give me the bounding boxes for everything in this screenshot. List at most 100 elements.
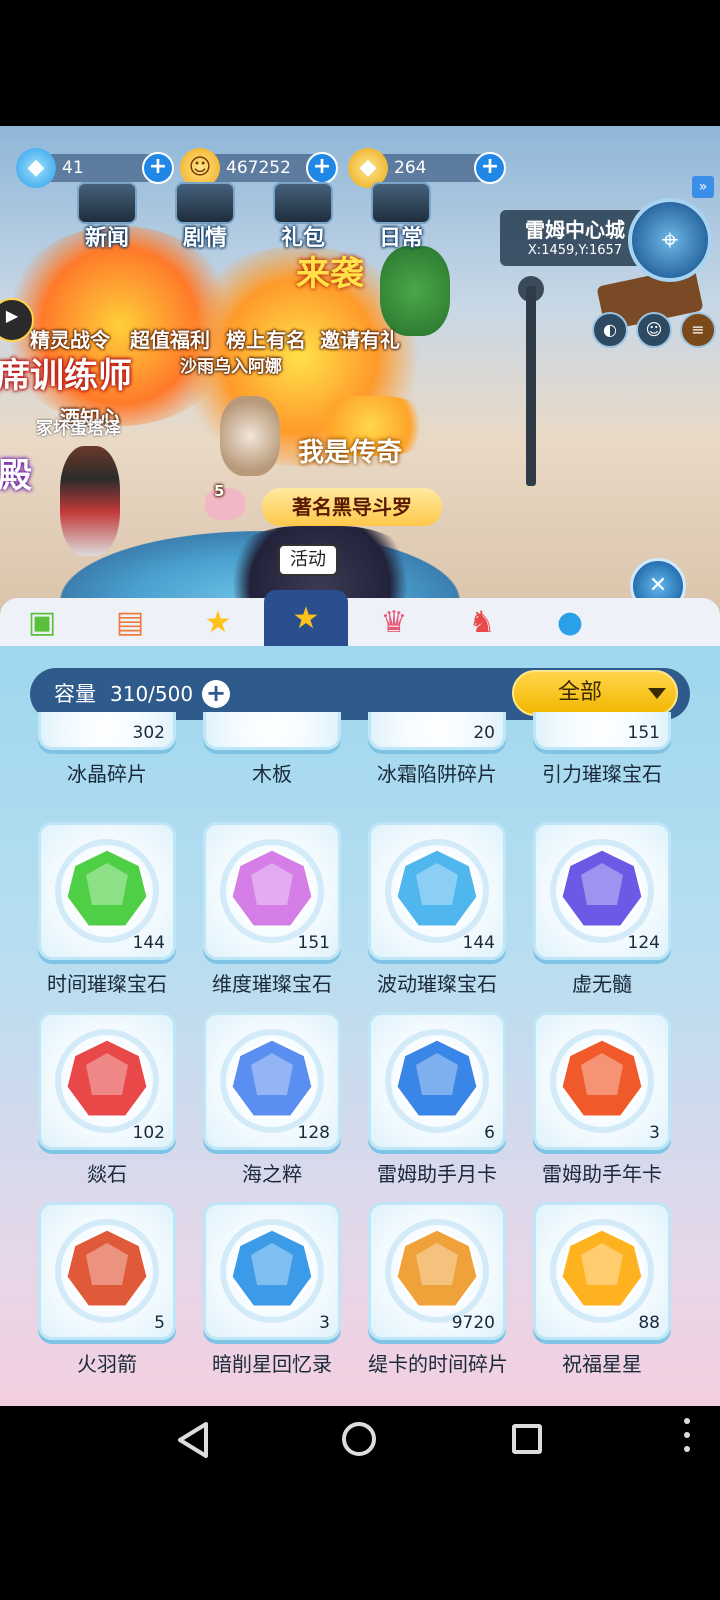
item-icon <box>394 1227 480 1309</box>
inventory-item[interactable]: 302 冰晶碎片 <box>38 712 176 787</box>
inventory-item[interactable]: 102 燚石 <box>38 1012 176 1187</box>
item-card[interactable]: 88 <box>533 1202 671 1340</box>
item-card[interactable]: 3 <box>203 1202 341 1340</box>
leaderboard-button[interactable]: 榜上有名 <box>226 324 306 353</box>
banner-text: 殿 <box>0 456 32 496</box>
banner-text: 来袭 <box>296 254 364 294</box>
more-options-icon[interactable] <box>684 1418 690 1458</box>
inventory-item[interactable]: 124 虚无髓 <box>533 822 671 997</box>
item-card[interactable]: 5 <box>38 1202 176 1340</box>
news-button[interactable]: 新闻 <box>64 182 150 252</box>
expand-icon: ≡ <box>691 320 705 339</box>
item-count: 5 <box>154 1313 165 1333</box>
item-card[interactable]: 6 <box>368 1012 506 1150</box>
inventory-item[interactable]: 151 引力璀璨宝石 <box>533 712 671 787</box>
expand-capacity-button[interactable]: + <box>202 680 230 708</box>
player-character[interactable] <box>60 446 120 556</box>
inventory-item[interactable]: 木板 <box>203 712 341 787</box>
add-gem-button[interactable]: + <box>474 152 506 184</box>
player-name-text: 沙雨乌入阿娜 <box>180 357 282 377</box>
inventory-panel[interactable]: 容量 310/500 + 全部 302 冰晶碎片 木板 20 冰霜陷阱碎片 151 引力璀璨… <box>0 646 720 1406</box>
gift-pack-button[interactable]: 礼包 <box>260 182 346 252</box>
speaker-button[interactable]: ◐ <box>592 312 628 348</box>
inventory-item[interactable]: 88 祝福星星 <box>533 1202 671 1377</box>
item-count: 3 <box>319 1313 330 1333</box>
news-label: 新闻 <box>84 226 129 251</box>
game-scene[interactable]: ◆ 41 + ☺ 467252 + ◆ 264 + 新闻 剧情 礼包 日常 席训… <box>0 126 720 646</box>
item-card[interactable]: 144 <box>38 822 176 960</box>
item-card[interactable]: 128 <box>203 1012 341 1150</box>
inventory-item[interactable]: 128 海之粹 <box>203 1012 341 1187</box>
item-card[interactable]: 144 <box>368 822 506 960</box>
item-count: 151 <box>627 723 660 743</box>
item-card[interactable]: 20 <box>368 712 506 750</box>
inventory-item[interactable]: 3 雷姆助手年卡 <box>533 1012 671 1187</box>
npc-character[interactable] <box>220 396 280 476</box>
item-name: 暗削星回忆录 <box>212 1352 332 1376</box>
pet-character[interactable] <box>205 488 245 520</box>
inventory-item[interactable]: 144 波动璀璨宝石 <box>368 822 506 997</box>
inventory-item[interactable]: 20 冰霜陷阱碎片 <box>368 712 506 787</box>
dress-icon: ♛ <box>380 604 408 640</box>
filter-dropdown[interactable]: 全部 <box>512 670 678 716</box>
invite-button[interactable]: 邀请有礼 <box>320 324 400 353</box>
map-button[interactable]: ⌖ <box>628 198 712 282</box>
item-name: 维度璀璨宝石 <box>212 972 332 996</box>
status-bar-area <box>0 0 720 126</box>
item-card[interactable]: 9720 <box>368 1202 506 1340</box>
player-name-plate[interactable]: 著名黑导斗罗 <box>262 488 442 526</box>
item-count: 20 <box>473 723 495 743</box>
item-count: 88 <box>638 1313 660 1333</box>
item-count: 9720 <box>451 1313 495 1333</box>
egg-icon: ● <box>556 604 584 640</box>
item-card[interactable]: 124 <box>533 822 671 960</box>
item-card[interactable]: 102 <box>38 1012 176 1150</box>
item-card[interactable]: 3 <box>533 1012 671 1150</box>
bush <box>380 246 450 336</box>
item-card[interactable] <box>203 712 341 750</box>
item-card[interactable]: 151 <box>533 712 671 750</box>
rocking-horse-icon: ♞ <box>468 604 496 640</box>
inventory-item[interactable]: 6 雷姆助手月卡 <box>368 1012 506 1187</box>
item-name: 时间璀璨宝石 <box>47 972 167 996</box>
star-chest-icon: ★ <box>292 600 320 636</box>
item-name: 燚石 <box>87 1162 127 1186</box>
tab-activity[interactable]: ★ <box>264 590 348 646</box>
battle-pass-button[interactable]: 精灵战令 <box>30 324 110 353</box>
tab-battery[interactable]: ▣ <box>0 598 84 646</box>
add-coin-button[interactable]: + <box>306 152 338 184</box>
item-count: 102 <box>132 1123 165 1143</box>
pet-level: 5 <box>214 482 225 500</box>
diamond-counter: ◆ 41 + <box>16 148 174 188</box>
inventory-item[interactable]: 9720 缇卡的时间碎片 <box>368 1202 508 1377</box>
item-name: 火羽箭 <box>77 1352 137 1376</box>
back-icon[interactable] <box>176 1422 212 1458</box>
item-card[interactable]: 151 <box>203 822 341 960</box>
item-card[interactable]: 302 <box>38 712 176 750</box>
pet-face-button[interactable]: ☺ <box>636 312 672 348</box>
item-icon <box>559 847 645 929</box>
item-name: 海之粹 <box>242 1162 302 1186</box>
diamond-value: 41 <box>62 158 84 178</box>
inventory-item[interactable]: 3 暗削星回忆录 <box>203 1202 341 1377</box>
super-value-button[interactable]: 超值福利 <box>130 324 210 353</box>
tab-rocking-horse[interactable]: ♞ <box>440 598 524 646</box>
expand-button[interactable]: ≡ <box>680 312 716 348</box>
tab-dress[interactable]: ♛ <box>352 598 436 646</box>
daily-button[interactable]: 日常 <box>358 182 444 252</box>
inventory-item[interactable]: 151 维度璀璨宝石 <box>203 822 341 997</box>
tab-star-wand[interactable]: ★ <box>176 598 260 646</box>
banner-text: 席训练师 <box>0 356 132 396</box>
inventory-item[interactable]: 144 时间璀璨宝石 <box>38 822 176 997</box>
item-icon <box>229 1227 315 1309</box>
inventory-item[interactable]: 5 火羽箭 <box>38 1202 176 1377</box>
play-icon: ▶ <box>5 306 19 325</box>
add-diamond-button[interactable]: + <box>142 152 174 184</box>
tab-boxes[interactable]: ▤ <box>88 598 172 646</box>
tab-egg[interactable]: ● <box>528 598 612 646</box>
fast-forward-button[interactable]: » <box>692 176 714 198</box>
story-button[interactable]: 剧情 <box>162 182 248 252</box>
home-icon[interactable] <box>342 1422 376 1456</box>
recent-apps-icon[interactable] <box>512 1424 542 1454</box>
star-wand-icon: ★ <box>204 604 232 640</box>
